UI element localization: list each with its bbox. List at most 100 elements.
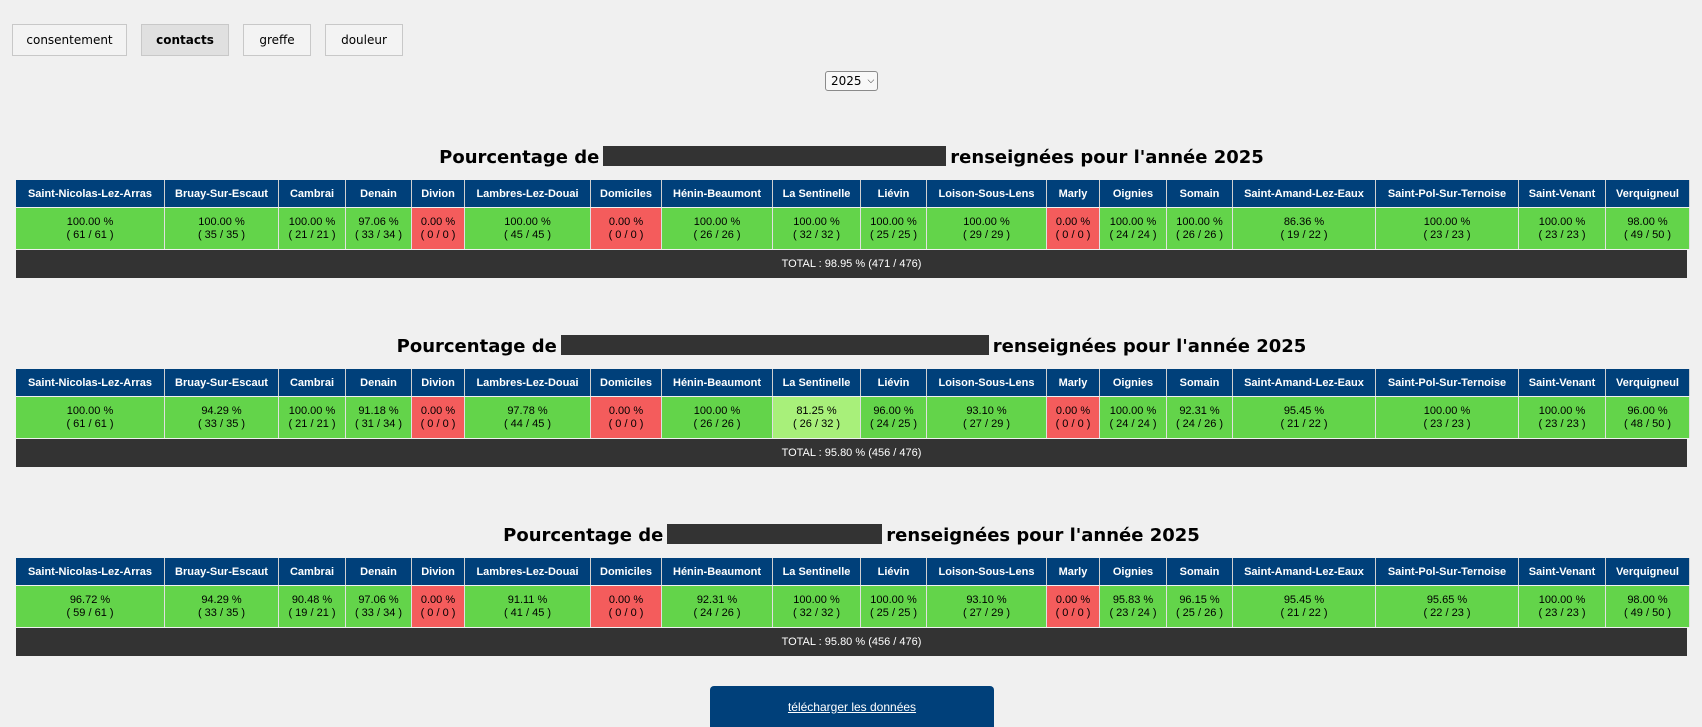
cell-count: ( 0 / 0 ) (420, 606, 456, 619)
cell-count: ( 24 / 24 ) (1109, 417, 1157, 430)
column-header: Liévin (861, 558, 927, 585)
data-cell: 92.31 %( 24 / 26 ) (1167, 397, 1233, 438)
cell-count: ( 26 / 26 ) (1175, 228, 1224, 241)
download-data-button[interactable]: télécharger les données (710, 686, 994, 727)
cell-count: ( 49 / 50 ) (1623, 228, 1672, 241)
column-header: Saint-Venant (1519, 180, 1606, 207)
data-cell: 100.00 %( 23 / 23 ) (1376, 397, 1519, 438)
cell-count: ( 21 / 22 ) (1280, 606, 1328, 619)
data-cell: 94.29 %( 33 / 35 ) (165, 397, 279, 438)
data-cell: 0.00 %( 0 / 0 ) (1047, 586, 1100, 627)
cell-percentage: 96.00 % (1627, 404, 1668, 417)
cell-percentage: 81.25 % (796, 404, 837, 417)
cell-count: ( 21 / 21 ) (288, 417, 336, 430)
cell-count: ( 19 / 22 ) (1280, 228, 1328, 241)
cell-percentage: 94.29 % (201, 404, 242, 417)
data-cell: 97.06 %( 33 / 34 ) (346, 208, 412, 249)
column-header: Verquigneul (1606, 369, 1690, 396)
column-header: La Sentinelle (773, 558, 861, 585)
data-cell: 98.00 %( 49 / 50 ) (1606, 208, 1690, 249)
column-header: Somain (1167, 369, 1233, 396)
cell-percentage: 91.11 % (507, 593, 548, 606)
cell-count: ( 25 / 25 ) (869, 606, 918, 619)
cell-count: ( 26 / 26 ) (693, 228, 741, 241)
year-select[interactable]: 2025 ⌵ (825, 71, 878, 91)
column-header: Domiciles (591, 369, 662, 396)
cell-count: ( 0 / 0 ) (1055, 228, 1091, 241)
data-cell: 100.00 %( 25 / 25 ) (861, 208, 927, 249)
total-row: TOTAL : 95.80 % (456 / 476) (16, 628, 1687, 656)
data-cell: 100.00 %( 26 / 26 ) (662, 208, 773, 249)
data-cell: 0.00 %( 0 / 0 ) (591, 397, 662, 438)
column-header: Saint-Venant (1519, 558, 1606, 585)
column-header: La Sentinelle (773, 180, 861, 207)
column-header: Saint-Amand-Lez-Eaux (1233, 369, 1376, 396)
cell-count: ( 23 / 24 ) (1109, 606, 1157, 619)
data-cell: 90.48 %( 19 / 21 ) (279, 586, 346, 627)
cell-percentage: 96.15 % (1179, 593, 1220, 606)
data-cell: 93.10 %( 27 / 29 ) (927, 397, 1047, 438)
cell-percentage: 0.00 % (1055, 215, 1091, 228)
cell-percentage: 0.00 % (1055, 404, 1091, 417)
section-title: Pourcentage de renseignées pour l'année 2… (16, 524, 1687, 548)
cell-count: ( 44 / 45 ) (503, 417, 552, 430)
cell-count: ( 23 / 23 ) (1423, 417, 1471, 430)
column-header: Bruay-Sur-Escaut (165, 558, 279, 585)
cell-percentage: 100.00 % (693, 404, 741, 417)
data-cell: 97.06 %( 33 / 34 ) (346, 586, 412, 627)
tab-greffe[interactable]: greffe (243, 24, 311, 56)
cell-percentage: 0.00 % (608, 215, 644, 228)
column-header: Saint-Amand-Lez-Eaux (1233, 180, 1376, 207)
column-header: Denain (346, 369, 412, 396)
data-cell: 100.00 %( 23 / 23 ) (1376, 208, 1519, 249)
column-header: Lambres-Lez-Douai (465, 369, 591, 396)
tab-douleur[interactable]: douleur (325, 24, 403, 56)
cell-count: ( 27 / 29 ) (962, 606, 1011, 619)
column-header: Liévin (861, 369, 927, 396)
cell-percentage: 100.00 % (793, 593, 840, 606)
column-header: Denain (346, 180, 412, 207)
data-cell: 100.00 %( 24 / 24 ) (1100, 397, 1167, 438)
tab-contacts[interactable]: contacts (141, 24, 229, 56)
column-header: Liévin (861, 180, 927, 207)
column-header: Saint-Amand-Lez-Eaux (1233, 558, 1376, 585)
data-cell: 100.00 %( 21 / 21 ) (279, 397, 346, 438)
data-cell: 100.00 %( 21 / 21 ) (279, 208, 346, 249)
column-header: Saint-Nicolas-Lez-Arras (16, 369, 165, 396)
year-select-wrapper: 2025 ⌵ (825, 71, 878, 91)
column-header: La Sentinelle (773, 369, 861, 396)
cell-count: ( 35 / 35 ) (197, 228, 246, 241)
tab-consentement[interactable]: consentement (12, 24, 127, 56)
column-header: Saint-Pol-Sur-Ternoise (1376, 558, 1519, 585)
cell-percentage: 95.45 % (1283, 593, 1325, 606)
total-row: TOTAL : 95.80 % (456 / 476) (16, 439, 1687, 467)
column-header: Denain (346, 558, 412, 585)
cell-count: ( 33 / 35 ) (197, 606, 246, 619)
cell-percentage: 100.00 % (1538, 593, 1586, 606)
cell-percentage: 95.65 % (1426, 593, 1468, 606)
cell-percentage: 100.00 % (1538, 215, 1586, 228)
cell-count: ( 23 / 23 ) (1538, 606, 1586, 619)
data-cell: 100.00 %( 29 / 29 ) (927, 208, 1047, 249)
data-cell: 0.00 %( 0 / 0 ) (1047, 397, 1100, 438)
cell-count: ( 0 / 0 ) (420, 228, 456, 241)
column-header: Somain (1167, 180, 1233, 207)
cell-count: ( 25 / 25 ) (869, 228, 918, 241)
stats-table: Saint-Nicolas-Lez-Arras Bruay-Sur-Escaut C… (16, 180, 1690, 249)
data-cell: 0.00 %( 0 / 0 ) (412, 586, 465, 627)
title-suffix: renseignées pour l'année 2025 (992, 336, 1307, 357)
cell-percentage: 98.00 % (1627, 215, 1668, 228)
cell-count: ( 24 / 24 ) (1109, 228, 1157, 241)
cell-percentage: 100.00 % (693, 215, 741, 228)
cell-percentage: 100.00 % (793, 215, 840, 228)
cell-count: ( 24 / 26 ) (693, 606, 741, 619)
cell-percentage: 0.00 % (420, 404, 456, 417)
data-cell: 96.00 %( 48 / 50 ) (1606, 397, 1690, 438)
cell-percentage: 100.00 % (198, 215, 245, 228)
cell-percentage: 0.00 % (420, 593, 456, 606)
section-title: Pourcentage de renseignées pour l'année 2… (16, 146, 1687, 170)
column-header: Bruay-Sur-Escaut (165, 180, 279, 207)
cell-count: ( 49 / 50 ) (1623, 606, 1672, 619)
column-header: Lambres-Lez-Douai (465, 558, 591, 585)
column-header: Saint-Pol-Sur-Ternoise (1376, 369, 1519, 396)
